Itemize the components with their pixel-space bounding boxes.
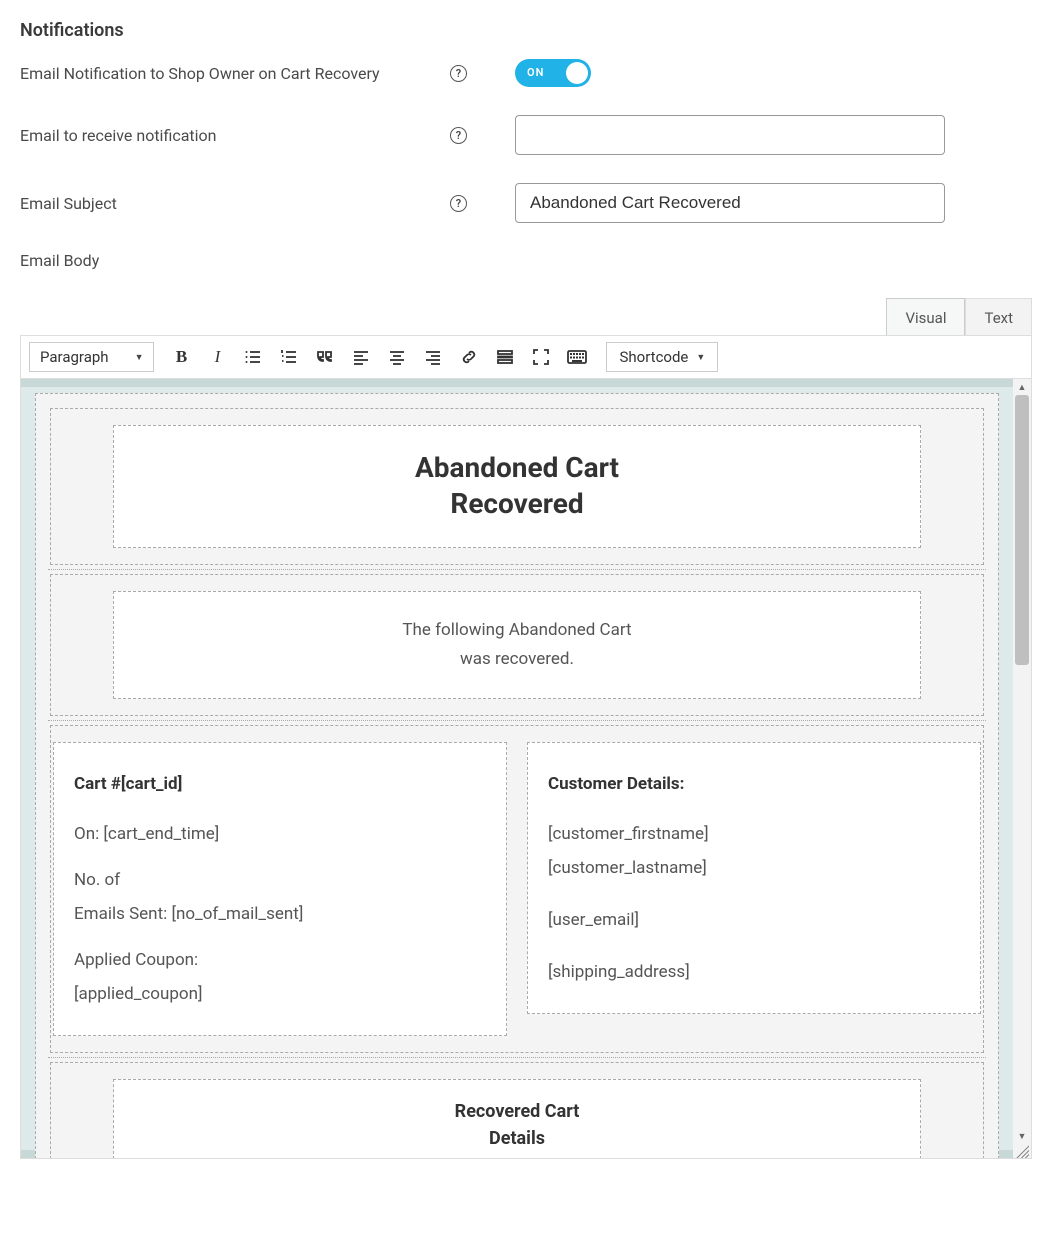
bold-button[interactable]: B	[164, 342, 198, 372]
align-right-button[interactable]	[416, 342, 450, 372]
scroll-up-icon[interactable]: ▲	[1013, 379, 1031, 395]
scroll-down-icon[interactable]: ▼	[1013, 1128, 1031, 1144]
label-subject: Email Subject	[20, 194, 450, 213]
section-title: Notifications	[20, 20, 1032, 41]
editor-canvas[interactable]: Abandoned Cart Recovered The following A…	[21, 379, 1013, 1158]
editor: Visual Text Paragraph ▼ B I	[20, 298, 1032, 1159]
editor-tabs: Visual Text	[20, 298, 1032, 335]
toggle-text: ON	[527, 66, 544, 79]
numbered-list-button[interactable]	[272, 342, 306, 372]
customer-firstname: [customer_firstname]	[548, 817, 960, 851]
row-email-to: Email to receive notification ?	[20, 115, 1032, 155]
recovered-cart-heading: Recovered Cart Details	[113, 1079, 921, 1158]
row-body-label: Email Body	[20, 251, 1032, 270]
label-body: Email Body	[20, 251, 450, 270]
help-icon[interactable]: ?	[450, 127, 467, 144]
cart-mails-line-b: Emails Sent: [no_of_mail_sent]	[74, 897, 486, 931]
scroll-thumb[interactable]	[1015, 395, 1029, 665]
resize-handle-icon[interactable]	[1015, 1144, 1029, 1158]
label-owner-notify: Email Notification to Shop Owner on Cart…	[20, 64, 450, 83]
template-row-hero: Abandoned Cart Recovered	[50, 408, 984, 565]
template-row-subhead: Recovered Cart Details	[50, 1062, 984, 1158]
row-separator	[48, 1057, 986, 1058]
keyboard-shortcuts-button[interactable]	[560, 342, 594, 372]
format-select[interactable]: Paragraph ▼	[29, 342, 154, 372]
email-to-input[interactable]	[515, 115, 945, 155]
tab-visual[interactable]: Visual	[886, 298, 965, 335]
hero-title: Abandoned Cart Recovered	[124, 450, 910, 523]
row-separator	[48, 569, 986, 570]
cart-details-panel: Cart #[cart_id] On: [cart_end_time] No. …	[53, 742, 507, 1036]
insert-more-button[interactable]	[488, 342, 522, 372]
customer-details-head: Customer Details:	[548, 767, 960, 801]
blockquote-button[interactable]	[308, 342, 342, 372]
row-subject: Email Subject ?	[20, 183, 1032, 223]
tab-text[interactable]: Text	[965, 298, 1032, 335]
shortcode-select[interactable]: Shortcode ▼	[606, 342, 718, 372]
template-row-intro: The following Abandoned Cart was recover…	[50, 574, 984, 716]
chevron-down-icon: ▼	[696, 352, 705, 363]
toggle-owner-notify[interactable]: ON	[515, 59, 591, 87]
editor-body: Abandoned Cart Recovered The following A…	[20, 379, 1032, 1159]
customer-lastname: [customer_lastname]	[548, 851, 960, 885]
customer-email: [user_email]	[548, 903, 960, 937]
cart-coupon-line-b: [applied_coupon]	[74, 977, 486, 1011]
label-email-to: Email to receive notification	[20, 126, 450, 145]
editor-toolbar: Paragraph ▼ B I	[20, 335, 1032, 379]
toggle-knob	[566, 62, 588, 84]
format-select-label: Paragraph	[40, 348, 109, 366]
customer-shipping: [shipping_address]	[548, 955, 960, 989]
fullscreen-button[interactable]	[524, 342, 558, 372]
row-separator	[48, 720, 986, 721]
cart-coupon-line-a: Applied Coupon:	[74, 943, 486, 977]
link-button[interactable]	[452, 342, 486, 372]
bullet-list-button[interactable]	[236, 342, 270, 372]
align-center-button[interactable]	[380, 342, 414, 372]
email-template-table: Abandoned Cart Recovered The following A…	[35, 393, 999, 1158]
scrollbar[interactable]: ▲ ▼	[1013, 379, 1031, 1158]
cart-details-head: Cart #[cart_id]	[74, 767, 486, 801]
intro-cell: The following Abandoned Cart was recover…	[113, 591, 921, 699]
cart-on-line: On: [cart_end_time]	[74, 817, 486, 851]
italic-button[interactable]: I	[200, 342, 234, 372]
row-owner-notify: Email Notification to Shop Owner on Cart…	[20, 59, 1032, 87]
chevron-down-icon: ▼	[135, 352, 144, 363]
help-icon[interactable]: ?	[450, 65, 467, 82]
help-icon[interactable]: ?	[450, 195, 467, 212]
cart-mails-line-a: No. of	[74, 863, 486, 897]
align-left-button[interactable]	[344, 342, 378, 372]
hero-cell: Abandoned Cart Recovered	[113, 425, 921, 548]
subject-input[interactable]	[515, 183, 945, 223]
shortcode-label: Shortcode	[619, 348, 688, 366]
customer-details-panel: Customer Details: [customer_firstname] […	[527, 742, 981, 1014]
template-row-details: Cart #[cart_id] On: [cart_end_time] No. …	[50, 725, 984, 1053]
